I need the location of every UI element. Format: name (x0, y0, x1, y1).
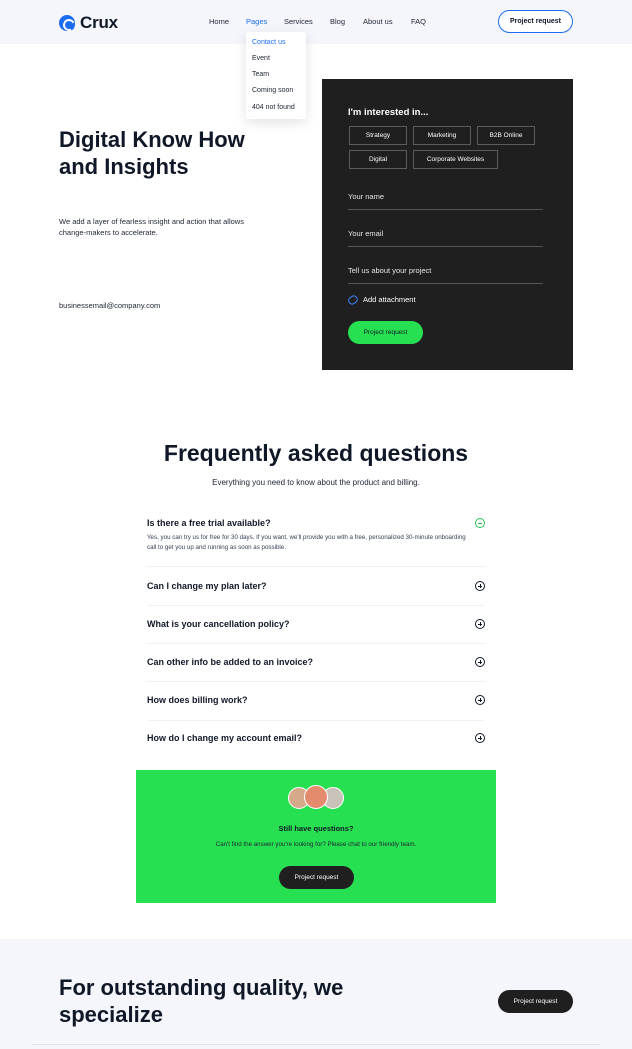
form-heading: I'm interested in... (348, 107, 429, 118)
dropdown-item-contact-us[interactable]: Contact us (252, 39, 285, 46)
form-project-request-button[interactable]: Project request (348, 321, 423, 344)
contact-form-card: I'm interested in... Strategy Marketing … (322, 79, 573, 370)
faq-question[interactable]: How do I change my account email? (147, 733, 302, 743)
minus-circle-icon[interactable] (475, 518, 485, 528)
faq-question[interactable]: How does billing work? (147, 695, 248, 705)
chip-corporate-websites[interactable]: Corporate Websites (413, 150, 498, 169)
hero-title: Digital Know How and Insights (59, 127, 245, 179)
faq-answer: Yes, you can try us for free for 30 days… (147, 534, 466, 551)
nav-item-pages[interactable]: Pages (246, 17, 267, 26)
faq-divider (147, 605, 485, 606)
contact-email[interactable]: businessemail@company.com (59, 301, 160, 310)
nav-item-about-us[interactable]: About us (363, 17, 393, 26)
dropdown-item-coming-soon[interactable]: Coming soon (252, 87, 293, 94)
top-header: Crux Home Pages Services Blog About us F… (0, 0, 632, 44)
avatar (304, 785, 328, 809)
faq-question[interactable]: Is there a free trial available? (147, 518, 271, 528)
cta-project-request-button[interactable]: Project request (279, 866, 354, 889)
faq-item-invoice-info[interactable]: Can other info be added to an invoice? (147, 657, 485, 671)
faq-divider (147, 566, 485, 567)
logo[interactable]: Crux (59, 13, 118, 33)
faq-question[interactable]: Can other info be added to an invoice? (147, 657, 313, 667)
attachment-label: Add attachment (363, 295, 416, 304)
paperclip-icon (346, 293, 360, 306)
faq-item-account-email[interactable]: How do I change my account email? (147, 733, 485, 747)
faq-question[interactable]: Can I change my plan later? (147, 581, 267, 591)
dropdown-item-404[interactable]: 404 not found (252, 104, 295, 111)
plus-circle-icon[interactable] (475, 695, 485, 705)
faq-question[interactable]: What is your cancellation policy? (147, 619, 290, 629)
add-attachment-link[interactable]: Add attachment (346, 293, 416, 306)
plus-circle-icon[interactable] (475, 581, 485, 591)
header-project-request-button[interactable]: Project request (498, 10, 573, 33)
chip-digital[interactable]: Digital (349, 150, 407, 169)
faq-divider (147, 681, 485, 682)
nav-item-services[interactable]: Services (284, 17, 313, 26)
faq-item-free-trial[interactable]: Is there a free trial available? Yes, yo… (147, 518, 485, 558)
email-field[interactable]: Your email (348, 229, 543, 247)
plus-circle-icon[interactable] (475, 657, 485, 667)
logo-mark-icon (59, 15, 75, 31)
dropdown-item-team[interactable]: Team (252, 71, 269, 78)
faq-item-cancellation[interactable]: What is your cancellation policy? (147, 619, 485, 633)
project-description-field[interactable]: Tell us about your project (348, 266, 543, 284)
faq-title: Frequently asked questions (163, 440, 469, 466)
section-divider (32, 1044, 600, 1045)
nav-item-blog[interactable]: Blog (330, 17, 345, 26)
nav-item-faq[interactable]: FAQ (411, 17, 426, 26)
faq-divider (147, 720, 485, 721)
specialize-title: For outstanding quality, we specialize (59, 975, 344, 1027)
logo-text: Crux (80, 13, 118, 32)
name-field[interactable]: Your name (348, 192, 543, 210)
team-avatars (288, 785, 344, 809)
cta-subtitle: Can't find the answer you're looking for… (215, 841, 417, 848)
faq-subtitle: Everything you need to know about the pr… (212, 478, 420, 487)
faq-divider (147, 643, 485, 644)
nav-item-home[interactable]: Home (209, 17, 229, 26)
bottom-project-request-button[interactable]: Project request (498, 990, 573, 1013)
plus-circle-icon[interactable] (475, 619, 485, 629)
pages-dropdown-menu: Contact us Event Team Coming soon 404 no… (246, 32, 306, 119)
still-have-questions-banner: Still have questions? Can't find the ans… (136, 770, 496, 903)
chip-b2b-online[interactable]: B2B Online (477, 126, 535, 145)
plus-circle-icon[interactable] (475, 733, 485, 743)
specialize-section: For outstanding quality, we specialize P… (0, 939, 632, 1049)
faq-item-change-plan[interactable]: Can I change my plan later? (147, 581, 485, 595)
hero-subtitle: We add a layer of fearless insight and a… (59, 217, 244, 237)
chip-marketing[interactable]: Marketing (413, 126, 471, 145)
dropdown-item-event[interactable]: Event (252, 55, 270, 62)
faq-item-billing[interactable]: How does billing work? (147, 695, 485, 709)
chip-strategy[interactable]: Strategy (349, 126, 407, 145)
cta-title: Still have questions? (278, 824, 354, 833)
